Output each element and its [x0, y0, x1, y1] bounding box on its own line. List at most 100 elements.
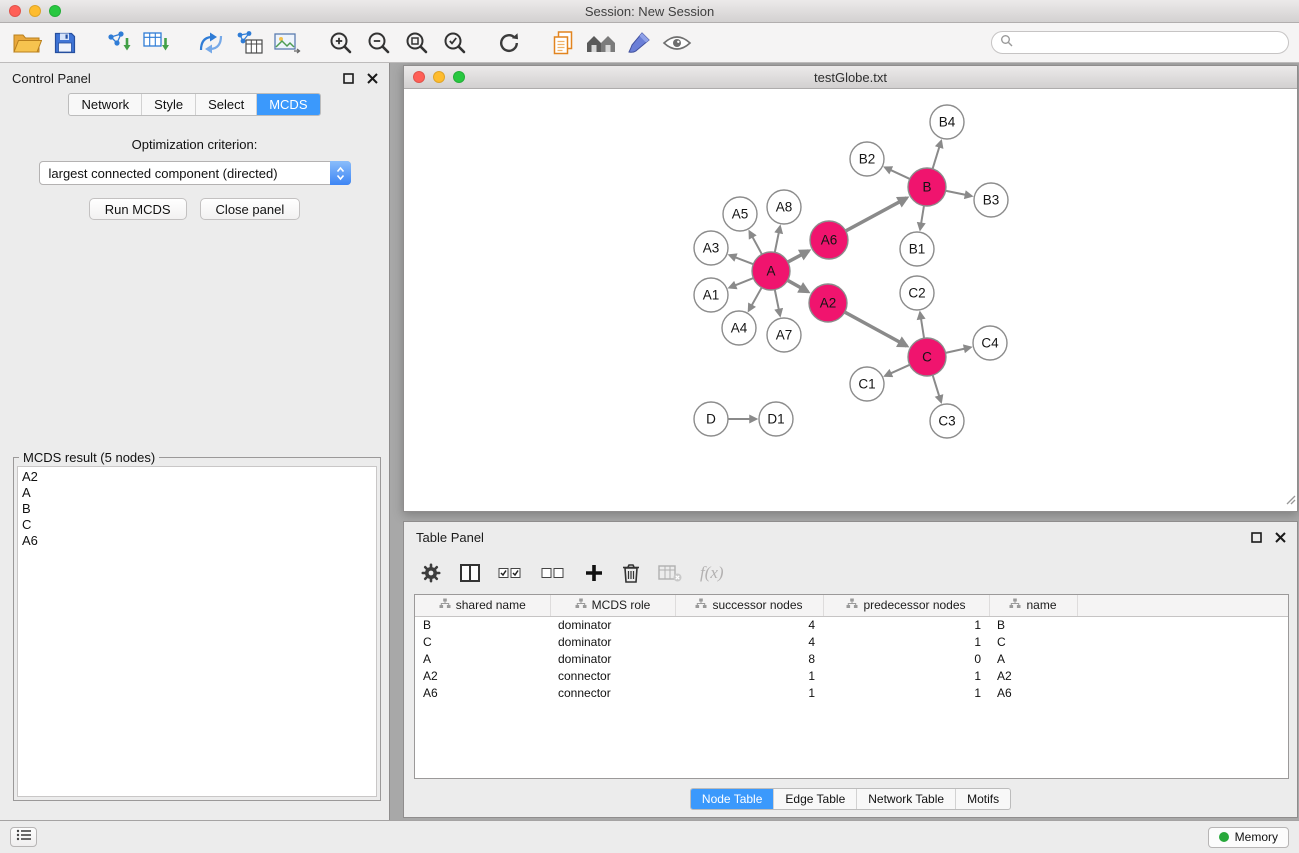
tab-network[interactable]: Network — [69, 94, 142, 115]
mcds-result-item[interactable]: B — [22, 501, 372, 517]
node-C3[interactable]: C3 — [930, 404, 964, 438]
column-header-predecessor-nodes[interactable]: predecessor nodes — [823, 595, 989, 616]
gear-icon[interactable] — [420, 562, 442, 584]
node-B2[interactable]: B2 — [850, 142, 884, 176]
network-window-titlebar[interactable]: testGlobe.txt — [404, 66, 1297, 89]
search-field[interactable] — [991, 31, 1289, 54]
edge-B-B3[interactable] — [946, 191, 972, 196]
edge-A-A6[interactable] — [788, 251, 809, 262]
table-tab-network-table[interactable]: Network Table — [857, 789, 956, 809]
zoom-fit-button[interactable] — [398, 26, 436, 60]
node-A6[interactable]: A6 — [810, 221, 848, 259]
criterion-dropdown[interactable]: largest connected component (directed) — [39, 161, 351, 185]
column-header-MCDS-role[interactable]: MCDS role — [550, 595, 675, 616]
columns-icon[interactable] — [460, 564, 480, 582]
brush-button[interactable] — [620, 26, 658, 60]
table-row[interactable]: Bdominator41B — [415, 616, 1288, 633]
tab-mcds[interactable]: MCDS — [257, 94, 319, 115]
edge-C-C1[interactable] — [885, 365, 909, 376]
edge-B-B1[interactable] — [920, 206, 924, 229]
node-B3[interactable]: B3 — [974, 183, 1008, 217]
edge-A6-B[interactable] — [846, 198, 907, 231]
column-header-successor-nodes[interactable]: successor nodes — [675, 595, 823, 616]
mcds-result-list[interactable]: A2ABCA6 — [17, 466, 377, 797]
mcds-result-item[interactable]: C — [22, 517, 372, 533]
edge-C-C4[interactable] — [946, 347, 971, 353]
home-button[interactable] — [582, 26, 620, 60]
resize-grip-icon[interactable] — [1284, 492, 1296, 510]
node-C1[interactable]: C1 — [850, 367, 884, 401]
tab-style[interactable]: Style — [142, 94, 196, 115]
save-session-button[interactable] — [46, 26, 84, 60]
show-panels-button[interactable] — [10, 827, 37, 847]
column-header-shared-name[interactable]: shared name — [415, 595, 550, 616]
select-all-icon[interactable] — [498, 566, 523, 580]
node-A1[interactable]: A1 — [694, 278, 728, 312]
mcds-result-item[interactable]: A — [22, 485, 372, 501]
node-B4[interactable]: B4 — [930, 105, 964, 139]
refresh-button[interactable] — [490, 26, 528, 60]
float-panel-icon[interactable] — [341, 71, 355, 85]
cell-filler — [1077, 616, 1288, 633]
node-C4[interactable]: C4 — [973, 326, 1007, 360]
open-session-button[interactable] — [8, 26, 46, 60]
zoom-selected-button[interactable] — [436, 26, 474, 60]
edge-A-A1[interactable] — [730, 278, 754, 288]
node-A[interactable]: A — [752, 252, 790, 290]
export-image-button[interactable] — [268, 26, 306, 60]
edge-A-A5[interactable] — [750, 232, 762, 255]
edge-B-B4[interactable] — [933, 141, 942, 169]
table-row[interactable]: A2connector11A2 — [415, 667, 1288, 684]
zoom-in-button[interactable] — [322, 26, 360, 60]
table-tab-edge-table[interactable]: Edge Table — [774, 789, 857, 809]
table-row[interactable]: Adominator80A — [415, 650, 1288, 667]
deselect-all-icon[interactable] — [541, 566, 566, 580]
table-row[interactable]: A6connector11A6 — [415, 684, 1288, 701]
node-A7[interactable]: A7 — [767, 318, 801, 352]
duplicate-button[interactable] — [544, 26, 582, 60]
table-tab-motifs[interactable]: Motifs — [956, 789, 1010, 809]
close-panel-button[interactable]: Close panel — [200, 198, 301, 220]
eye-button[interactable] — [658, 26, 696, 60]
edge-A-A8[interactable] — [775, 227, 780, 253]
node-D[interactable]: D — [694, 402, 728, 436]
float-table-panel-icon[interactable] — [1249, 530, 1263, 544]
node-B[interactable]: B — [908, 168, 946, 206]
node-A2[interactable]: A2 — [809, 284, 847, 322]
network-and-table-button[interactable] — [230, 26, 268, 60]
delete-row-icon[interactable] — [622, 562, 640, 584]
table-row[interactable]: Cdominator41C — [415, 633, 1288, 650]
node-C2[interactable]: C2 — [900, 276, 934, 310]
column-header-name[interactable]: name — [989, 595, 1077, 616]
edge-C-C2[interactable] — [920, 313, 924, 338]
close-table-panel-icon[interactable] — [1273, 530, 1287, 544]
edge-C-C3[interactable] — [933, 375, 941, 402]
edge-A-A2[interactable] — [788, 280, 808, 291]
mcds-result-item[interactable]: A6 — [22, 533, 372, 549]
edge-B-B2[interactable] — [885, 167, 910, 179]
tab-select[interactable]: Select — [196, 94, 257, 115]
node-A4[interactable]: A4 — [722, 311, 756, 345]
edge-A2-C[interactable] — [845, 312, 907, 346]
node-C[interactable]: C — [908, 338, 946, 376]
import-network-button[interactable] — [100, 26, 138, 60]
node-A3[interactable]: A3 — [694, 231, 728, 265]
edge-A-A7[interactable] — [775, 290, 780, 316]
import-table-button[interactable] — [138, 26, 176, 60]
run-mcds-button[interactable]: Run MCDS — [89, 198, 187, 220]
mcds-result-item[interactable]: A2 — [22, 469, 372, 485]
edge-A-A3[interactable] — [730, 255, 754, 264]
node-D1[interactable]: D1 — [759, 402, 793, 436]
network-canvas[interactable]: B4 B2 B B3 A8 A5 A6 B1 A3 A C2 A1 A2 A4 A7 C C4 C1 C3 D D1 — [404, 89, 1298, 511]
node-B1[interactable]: B1 — [900, 232, 934, 266]
search-input[interactable] — [1018, 35, 1280, 51]
memory-button[interactable]: Memory — [1208, 827, 1289, 848]
zoom-out-button[interactable] — [360, 26, 398, 60]
export-network-button[interactable] — [192, 26, 230, 60]
node-A8[interactable]: A8 — [767, 190, 801, 224]
close-panel-icon[interactable] — [365, 71, 379, 85]
add-row-icon[interactable] — [584, 563, 604, 583]
edge-A-A4[interactable] — [749, 288, 762, 311]
node-A5[interactable]: A5 — [723, 197, 757, 231]
table-tab-node-table[interactable]: Node Table — [691, 789, 775, 809]
